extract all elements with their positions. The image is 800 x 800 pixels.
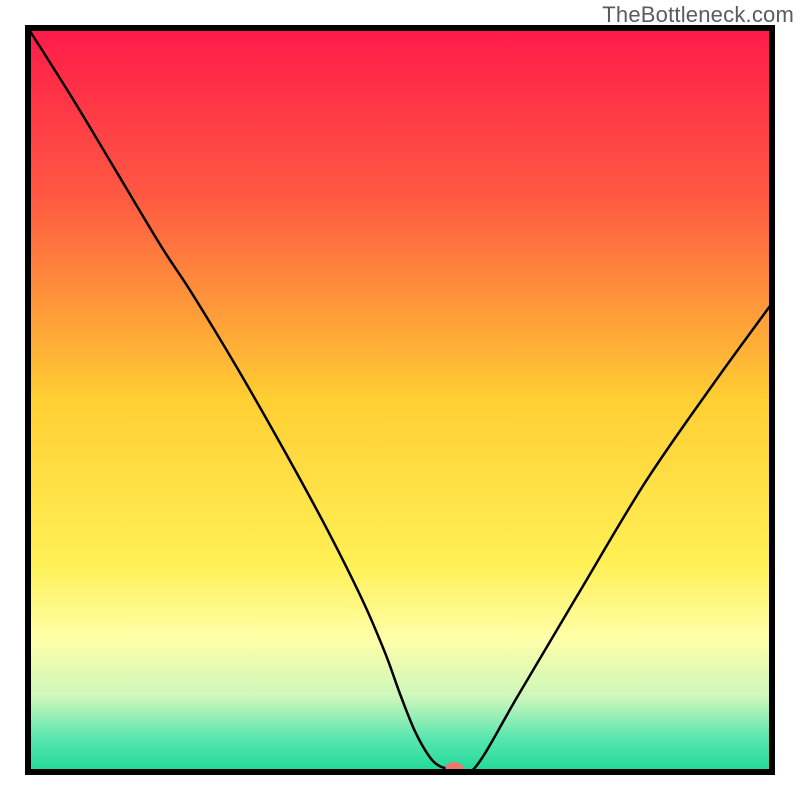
chart-container: TheBottleneck.com	[0, 0, 800, 800]
bottleneck-chart	[0, 0, 800, 800]
plot-background	[28, 28, 772, 772]
attribution-text: TheBottleneck.com	[602, 2, 794, 28]
